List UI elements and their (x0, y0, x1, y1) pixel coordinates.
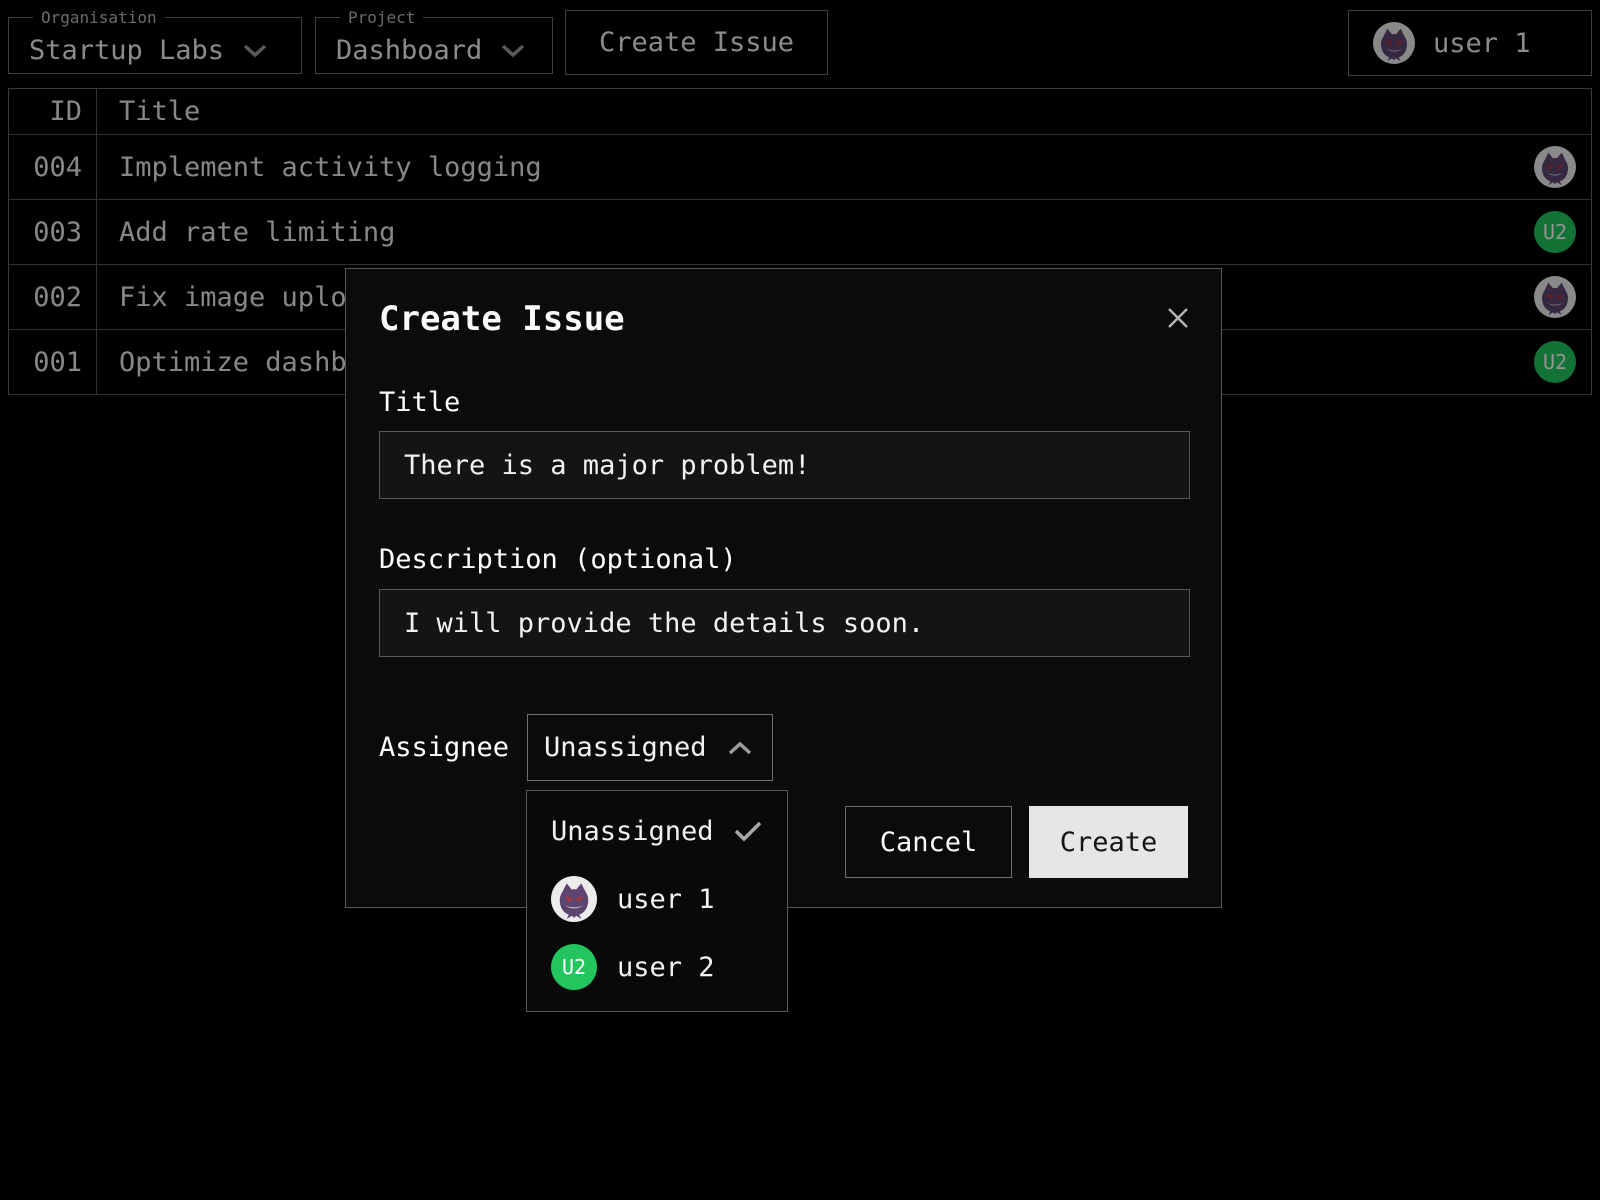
user-1-avatar-icon (551, 876, 597, 922)
modal-title: Create Issue (379, 299, 625, 339)
assignee-dropdown-menu: Unassigned user 1 U2 user 2 (526, 790, 788, 1012)
option-label: user 2 (617, 952, 715, 983)
assignee-selected-value: Unassigned (544, 732, 707, 763)
assignee-option[interactable]: U2 user 2 (527, 933, 787, 1001)
cancel-button[interactable]: Cancel (845, 806, 1012, 878)
title-field-label: Title (379, 387, 460, 418)
close-icon[interactable] (1165, 305, 1191, 331)
user-2-avatar-badge: U2 (551, 944, 597, 990)
assignee-option[interactable]: user 1 (527, 865, 787, 933)
option-label: user 1 (617, 884, 715, 915)
option-avatar (551, 876, 597, 922)
description-input[interactable] (379, 589, 1190, 657)
create-button[interactable]: Create (1029, 806, 1188, 878)
assignee-select[interactable]: Unassigned (527, 714, 773, 781)
option-avatar: U2 (551, 944, 597, 990)
title-input[interactable] (379, 431, 1190, 499)
assignee-field-label: Assignee (379, 732, 509, 763)
assignee-option[interactable]: Unassigned (527, 797, 787, 865)
chevron-up-icon (727, 740, 753, 756)
option-label: Unassigned (551, 816, 714, 847)
description-field-label: Description (optional) (379, 544, 737, 575)
check-icon (733, 819, 763, 843)
